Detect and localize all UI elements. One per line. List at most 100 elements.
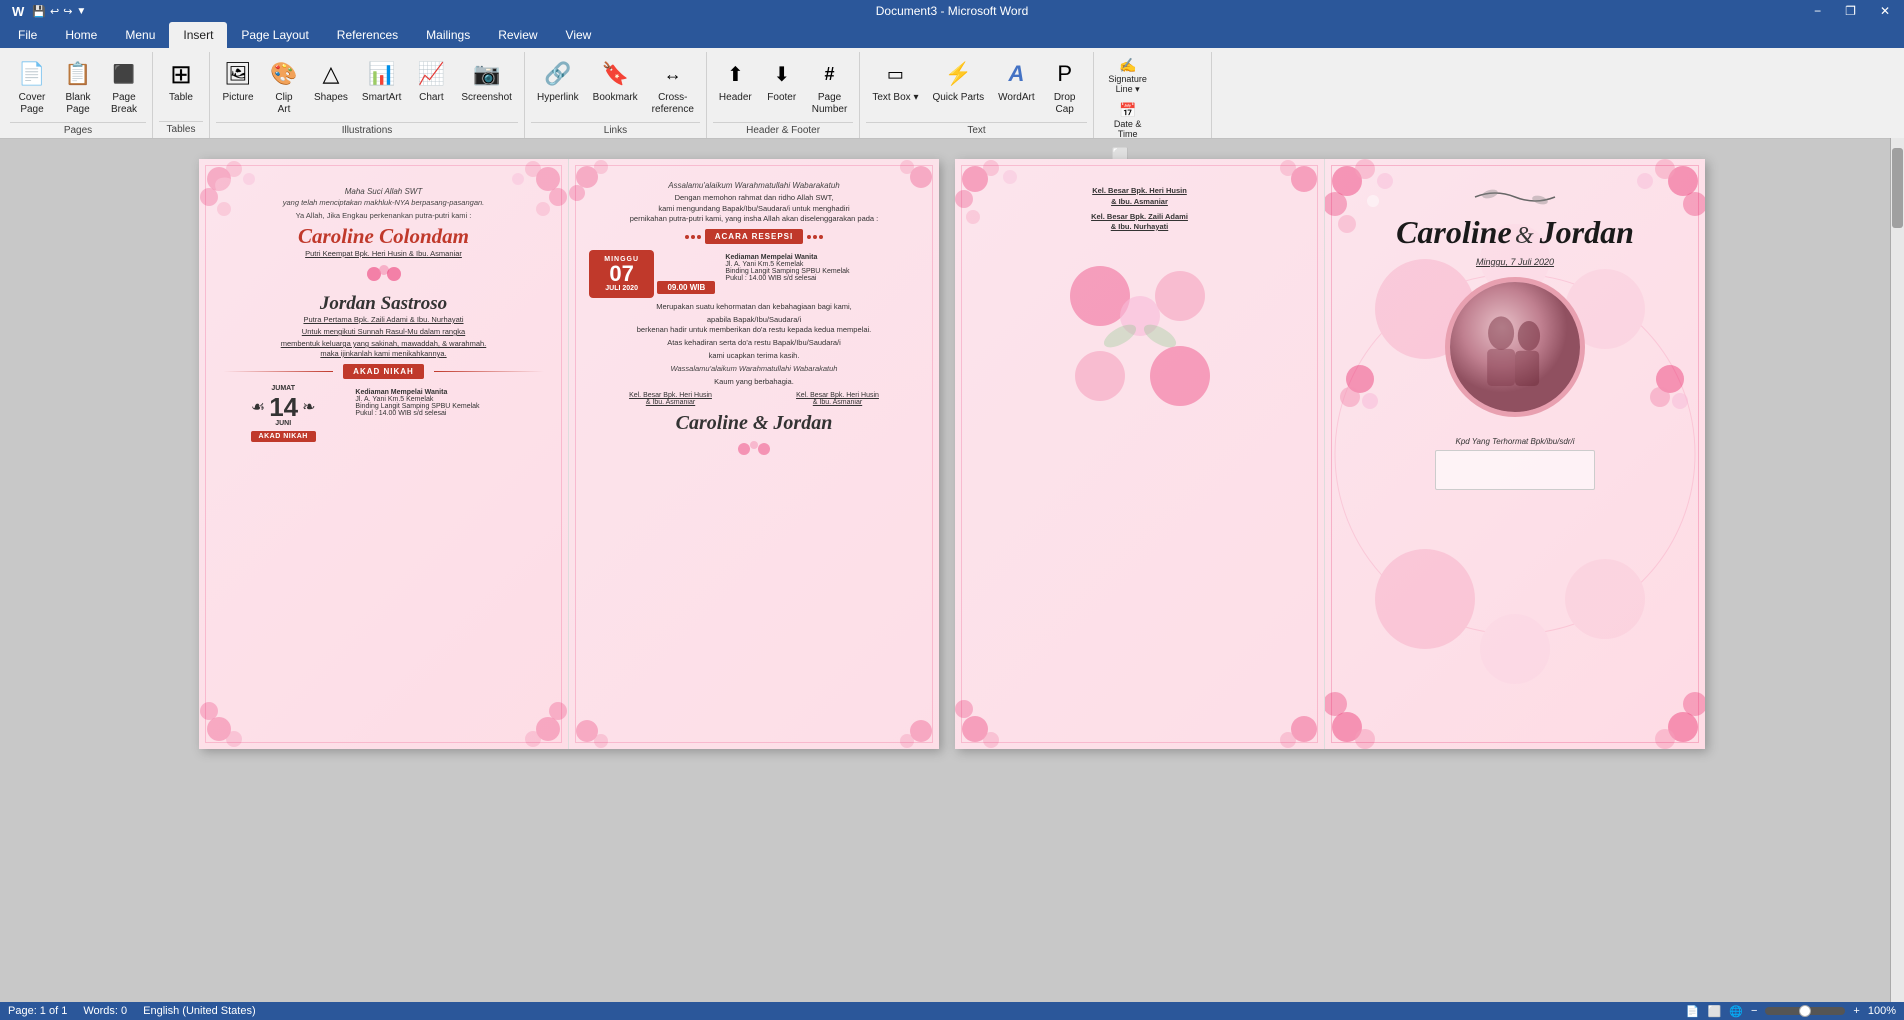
title-bar: W 💾 ↩ ↪ ▼ Document3 - Microsoft Word − ❐… [0, 0, 1904, 22]
shapes-icon: △ [315, 58, 347, 90]
footer-icon: ⬇ [766, 58, 798, 90]
side-floral-left [1335, 359, 1385, 422]
akad-address1: Jl. A. Yani Km.5 Kemelak [355, 396, 548, 403]
undo-icon[interactable]: ↩ [50, 5, 59, 18]
table-button[interactable]: ⊞ Table [159, 54, 203, 108]
laurel-left-icon: ☙ [251, 397, 265, 417]
tab-references[interactable]: References [323, 22, 412, 48]
header-icon: ⬆ [719, 58, 751, 90]
group-header-footer: ⬆ Header ⬇ Footer # PageNumber Header & … [707, 52, 860, 138]
assalamu-text: Assalamu'alaikum Warahmatullahi Wabaraka… [587, 181, 921, 190]
quick-parts-button[interactable]: ⚡ Quick Parts [926, 54, 990, 108]
wordart-button[interactable]: A WordArt [992, 54, 1041, 108]
header-label: Header [719, 92, 752, 104]
signature-line-button[interactable]: ✍ Signature Line ▾ [1100, 54, 1156, 98]
bottom-floral [587, 439, 921, 462]
zoom-slider[interactable] [1765, 1007, 1845, 1015]
hyperlink-button[interactable]: 🔗 Hyperlink [531, 54, 585, 108]
cover-page-icon: 📄 [16, 58, 48, 90]
status-lang: English (United States) [143, 1005, 256, 1017]
status-words: Words: 0 [83, 1005, 127, 1017]
page-break-label: PageBreak [111, 92, 137, 116]
scroll-thumb[interactable] [1892, 148, 1903, 228]
family-left-1: Kel. Besar Bpk. Heri Husin [629, 392, 712, 399]
smartart-icon: 📊 [366, 58, 398, 90]
view-print-icon[interactable]: 📄 [1686, 1005, 1700, 1018]
cover-page-button[interactable]: 📄 CoverPage [10, 54, 54, 120]
dot-row-right [807, 235, 823, 239]
page-number-icon: # [814, 58, 846, 90]
signature-line-icon: ✍ [1119, 57, 1136, 74]
smartart-button[interactable]: 📊 SmartArt [356, 54, 407, 108]
shapes-label: Shapes [314, 92, 348, 104]
date-time-button[interactable]: 📅 Date & Time [1100, 99, 1156, 143]
header-button[interactable]: ⬆ Header [713, 54, 758, 108]
ribbon: 📄 CoverPage 📋 BlankPage ⬛ PageBreak Page… [0, 48, 1904, 139]
group-text: ▭ Text Box ▾ ⚡ Quick Parts A WordArt P D… [860, 52, 1093, 138]
resepsi-address1: Jl. A. Yani Km.5 Kemelak [725, 261, 921, 268]
groom-section: Jordan Sastroso Putra Pertama Bpk. Zaili… [219, 293, 548, 324]
view-web-icon[interactable]: 🌐 [1729, 1005, 1743, 1018]
footer-label: Footer [767, 92, 796, 104]
cross-reference-button[interactable]: ↔ Cross-reference [646, 54, 700, 120]
picture-label: Picture [222, 92, 253, 104]
table-label: Table [169, 92, 193, 104]
group-pages-label: Pages [10, 122, 146, 139]
tab-pagelayout[interactable]: Page Layout [227, 22, 322, 48]
pernikahan-text: pernikahan putra-putri kami, yang insha … [587, 214, 921, 223]
akad-banner: AKAD NIKAH [343, 364, 424, 379]
restore-button[interactable]: ❐ [1839, 4, 1862, 18]
text-box-button[interactable]: ▭ Text Box ▾ [866, 54, 924, 108]
address-box [1435, 450, 1595, 490]
akad-details: JUMAT ☙ 14 ❧ JUNI AKAD NIKAH Kediaman Me… [219, 385, 548, 445]
akad-venue-section: Kediaman Mempelai Wanita Jl. A. Yani Km.… [355, 385, 548, 417]
tab-review[interactable]: Review [484, 22, 551, 48]
customize-icon[interactable]: ▼ [76, 6, 86, 17]
group-tables-label: Tables [159, 121, 203, 138]
page-2-right: Caroline & Jordan Minggu, 7 Juli 2020 [1325, 159, 1705, 749]
floral-br-2 [849, 659, 939, 749]
tab-insert[interactable]: Insert [169, 22, 227, 48]
tab-view[interactable]: View [552, 22, 606, 48]
ya-allah-text: Ya Allah, Jika Engkau perkenankan putra-… [219, 211, 548, 220]
zoom-level: 100% [1868, 1005, 1896, 1017]
screenshot-button[interactable]: 📷 Screenshot [455, 54, 518, 108]
akad-date-num: 14 [269, 394, 298, 420]
tab-mailings[interactable]: Mailings [412, 22, 484, 48]
footer-button[interactable]: ⬇ Footer [760, 54, 804, 108]
title-bar-left: W 💾 ↩ ↪ ▼ [8, 4, 86, 19]
blank-page-button[interactable]: 📋 BlankPage [56, 54, 100, 120]
tab-menu[interactable]: Menu [111, 22, 169, 48]
title-bar-controls: − ❐ ✕ [1808, 4, 1896, 18]
mengundang-text: kami mengundang Bapak/Ibu/Saudara/i untu… [587, 204, 921, 213]
clip-art-button[interactable]: 🎨 ClipArt [262, 54, 306, 120]
tab-home[interactable]: Home [51, 22, 111, 48]
zoom-out-icon[interactable]: − [1751, 1005, 1757, 1017]
akad-sub-banner: AKAD NIKAH [251, 431, 316, 442]
screenshot-label: Screenshot [461, 92, 512, 104]
tab-file[interactable]: File [4, 22, 51, 48]
arabic-text: Maha Suci Allah SWT [219, 187, 548, 196]
page-2-left: Kel. Besar Bpk. Heri Husin & Ibu. Asmani… [955, 159, 1325, 749]
cover-name-2: Jordan [1540, 214, 1634, 250]
bookmark-button[interactable]: 🔖 Bookmark [587, 54, 644, 108]
chart-button[interactable]: 📈 Chart [409, 54, 453, 108]
page-number-button[interactable]: # PageNumber [806, 54, 854, 120]
family-signatures: Kel. Besar Bpk. Heri Husin & Ibu. Asmani… [587, 392, 921, 406]
close-button[interactable]: ✕ [1874, 4, 1896, 18]
quick-save-icon[interactable]: 💾 [32, 5, 46, 18]
shapes-button[interactable]: △ Shapes [308, 54, 354, 108]
floral-br-1 [468, 649, 568, 749]
picture-button[interactable]: 🖼 Picture [216, 54, 260, 108]
view-fullscreen-icon[interactable]: ⬜ [1708, 1005, 1722, 1018]
page-break-button[interactable]: ⬛ PageBreak [102, 54, 146, 120]
redo-icon[interactable]: ↪ [63, 5, 72, 18]
floral-bl-3 [955, 654, 1050, 749]
drop-cap-button[interactable]: P DropCap [1043, 54, 1087, 120]
family-right: Kel. Besar Bpk. Heri Husin & Ibu. Asmani… [796, 392, 879, 406]
minimize-button[interactable]: − [1808, 4, 1827, 18]
vertical-scrollbar[interactable] [1890, 138, 1904, 1002]
zoom-handle[interactable] [1799, 1005, 1811, 1017]
document-title: Document3 - Microsoft Word [876, 4, 1029, 18]
zoom-in-icon[interactable]: + [1853, 1005, 1859, 1017]
